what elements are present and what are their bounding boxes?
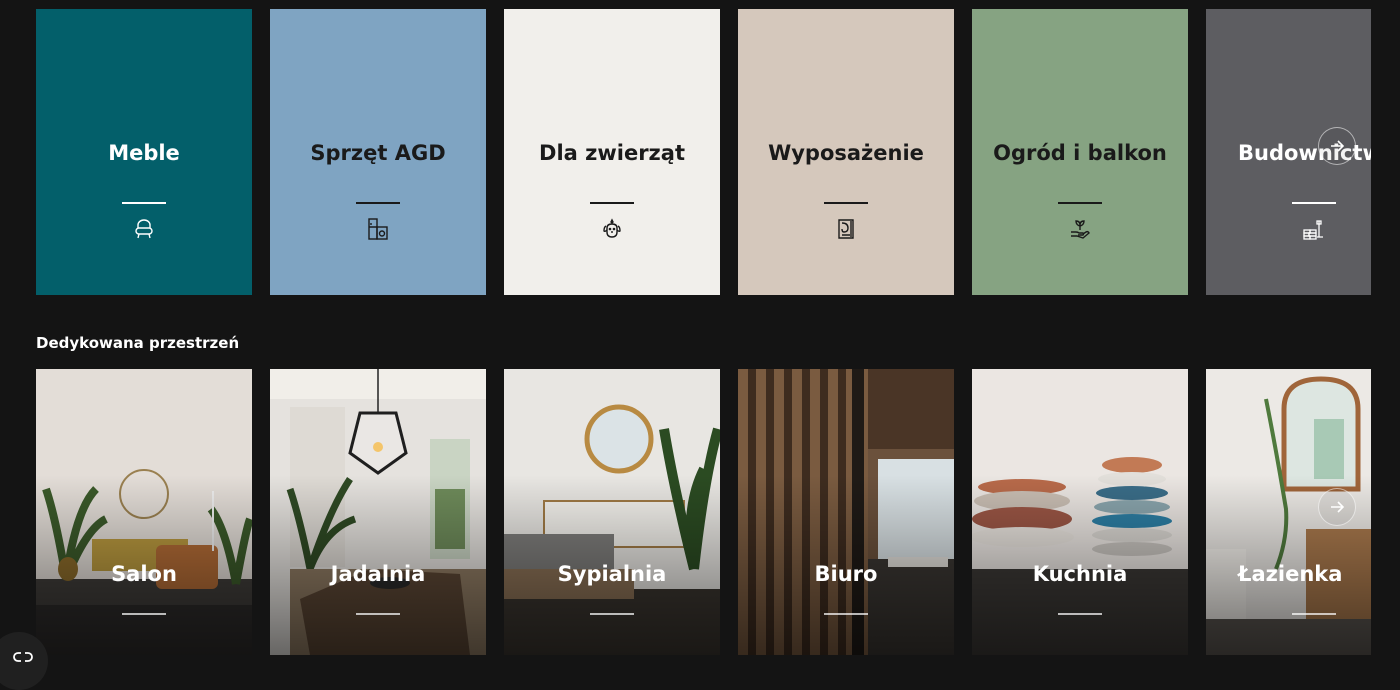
room-card-biuro[interactable]: Biuro bbox=[738, 369, 954, 655]
room-card-sypialnia[interactable]: Sypialnia bbox=[504, 369, 720, 655]
arrow-right-icon bbox=[1331, 501, 1345, 513]
room-carousel: Salon Jadalnia Sypialnia Biuro Kuchnia Ł… bbox=[36, 369, 1371, 655]
accessibility-link-icon bbox=[13, 652, 33, 662]
divider bbox=[590, 613, 634, 615]
divider bbox=[122, 613, 166, 615]
section-title: Dedykowana przestrzeń bbox=[36, 334, 240, 352]
category-card-meble[interactable]: Meble bbox=[36, 9, 252, 295]
category-title: Wyposażenie bbox=[768, 141, 924, 165]
divider bbox=[824, 613, 868, 615]
category-title: Meble bbox=[108, 141, 180, 165]
category-next-button[interactable] bbox=[1318, 127, 1356, 165]
divider bbox=[356, 202, 400, 204]
arrow-right-icon bbox=[1331, 140, 1345, 152]
tools-bricks-icon bbox=[1303, 220, 1323, 240]
room-card-jadalnia[interactable]: Jadalnia bbox=[270, 369, 486, 655]
category-card-dla-zwierzat[interactable]: Dla zwierząt bbox=[504, 9, 720, 295]
category-card-wyposazenie[interactable]: Wyposażenie bbox=[738, 9, 954, 295]
appliances-icon bbox=[368, 218, 388, 240]
divider bbox=[122, 202, 166, 204]
plant-hand-icon bbox=[1071, 220, 1090, 239]
dog-icon bbox=[603, 218, 621, 238]
category-card-ogrod-i-balkon[interactable]: Ogród i balkon bbox=[972, 9, 1188, 295]
divider bbox=[1058, 202, 1102, 204]
room-title: Sypialnia bbox=[557, 562, 667, 586]
room-title: Łazienka bbox=[1238, 562, 1343, 586]
room-card-kuchnia[interactable]: Kuchnia bbox=[972, 369, 1188, 655]
room-next-button[interactable] bbox=[1318, 488, 1356, 526]
divider bbox=[1292, 202, 1336, 204]
room-card-salon[interactable]: Salon bbox=[36, 369, 252, 655]
room-title: Jadalnia bbox=[330, 562, 426, 586]
category-title: Dla zwierząt bbox=[539, 141, 685, 165]
category-title: Ogród i balkon bbox=[993, 141, 1167, 165]
divider bbox=[1292, 613, 1336, 615]
wallpaper-roll-icon bbox=[838, 219, 854, 239]
divider bbox=[590, 202, 634, 204]
room-title: Salon bbox=[111, 562, 177, 586]
category-title: Sprzęt AGD bbox=[310, 141, 446, 165]
room-title: Biuro bbox=[814, 562, 878, 586]
divider bbox=[1058, 613, 1102, 615]
category-card-sprzet-agd[interactable]: Sprzęt AGD bbox=[270, 9, 486, 295]
armchair-icon bbox=[135, 219, 153, 239]
room-title: Kuchnia bbox=[1032, 562, 1128, 586]
category-carousel: Meble Sprzęt AGD Dla zwierząt Wyposażeni… bbox=[36, 9, 1371, 295]
divider bbox=[824, 202, 868, 204]
divider bbox=[356, 613, 400, 615]
